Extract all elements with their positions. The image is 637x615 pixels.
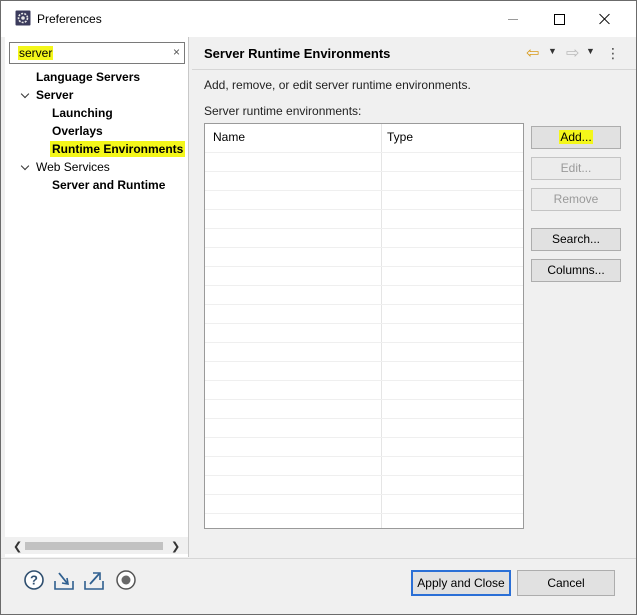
row-divider — [205, 304, 523, 305]
row-divider — [205, 171, 523, 172]
scroll-left-icon[interactable]: ❮ — [13, 540, 22, 553]
footer-separator — [1, 558, 636, 559]
add-button[interactable]: Add... — [531, 126, 621, 149]
add-button-label: Add... — [559, 130, 593, 144]
title-separator — [192, 69, 636, 70]
column-header-type[interactable]: Type — [387, 124, 413, 152]
column-separator — [381, 124, 382, 528]
export-preferences-icon[interactable] — [83, 569, 105, 591]
scroll-right-icon[interactable]: ❯ — [171, 540, 180, 553]
tree-horizontal-scrollbar[interactable]: ❮ ❯ — [5, 537, 188, 554]
expand-web-services-icon[interactable] — [21, 163, 29, 171]
close-button[interactable] — [582, 1, 628, 37]
cancel-button[interactable]: Cancel — [517, 570, 615, 596]
window-title: Preferences — [37, 12, 102, 26]
row-divider — [205, 437, 523, 438]
minimize-icon — [508, 18, 518, 20]
filter-text: server — [18, 46, 54, 60]
row-divider — [205, 323, 523, 324]
row-divider — [205, 209, 523, 210]
row-divider — [205, 513, 523, 514]
svg-text:?: ? — [30, 573, 38, 588]
runtime-list-label: Server runtime environments: — [204, 104, 362, 118]
row-divider — [205, 494, 523, 495]
page-navigation: ⇦ ▼ ⇨ ▼ ⋮ — [526, 43, 626, 63]
row-divider — [205, 475, 523, 476]
preferences-window: Preferences server × Language Servers Se… — [0, 0, 637, 615]
tree-item-launching[interactable]: Launching — [52, 106, 113, 120]
row-divider — [205, 228, 523, 229]
row-divider — [205, 399, 523, 400]
title-bar: Preferences — [1, 1, 636, 37]
row-divider — [205, 456, 523, 457]
back-arrow-icon[interactable]: ⇦ — [526, 43, 539, 63]
column-header-name[interactable]: Name — [213, 124, 245, 152]
tree-item-server-and-runtime[interactable]: Server and Runtime — [52, 178, 165, 192]
view-menu-icon[interactable]: ⋮ — [606, 45, 620, 62]
tree-item-language-servers[interactable]: Language Servers — [36, 70, 140, 84]
forward-arrow-icon[interactable]: ⇨ — [566, 43, 579, 63]
page-description: Add, remove, or edit server runtime envi… — [204, 78, 471, 92]
remove-button[interactable]: Remove — [531, 188, 621, 211]
row-divider — [205, 342, 523, 343]
apply-and-close-button[interactable]: Apply and Close — [411, 570, 511, 596]
row-divider — [205, 380, 523, 381]
runtime-environments-table[interactable]: Name Type — [204, 123, 524, 529]
tree-item-overlays[interactable]: Overlays — [52, 124, 103, 138]
back-dropdown-icon[interactable]: ▼ — [548, 46, 557, 56]
row-divider — [205, 190, 523, 191]
filter-input[interactable]: server × — [9, 42, 185, 64]
scrollbar-thumb[interactable] — [25, 542, 163, 550]
row-divider — [205, 152, 523, 153]
forward-dropdown-icon[interactable]: ▼ — [586, 46, 595, 56]
maximize-icon — [553, 13, 565, 25]
tree-item-runtime-environments[interactable]: Runtime Environments — [50, 141, 186, 157]
preference-tree-panel: server × Language Servers Server Launchi… — [5, 37, 189, 557]
page-title: Server Runtime Environments — [204, 46, 391, 61]
clear-filter-icon[interactable]: × — [173, 45, 180, 59]
edit-button[interactable]: Edit... — [531, 157, 621, 180]
tree-item-server[interactable]: Server — [36, 88, 73, 102]
expand-server-icon[interactable] — [21, 91, 29, 99]
close-icon — [599, 13, 611, 25]
record-icon[interactable] — [115, 569, 137, 591]
maximize-button[interactable] — [536, 1, 582, 37]
eclipse-app-icon — [15, 10, 31, 26]
minimize-button[interactable] — [490, 1, 536, 37]
row-divider — [205, 247, 523, 248]
search-button[interactable]: Search... — [531, 228, 621, 251]
row-divider — [205, 266, 523, 267]
columns-button[interactable]: Columns... — [531, 259, 621, 282]
row-divider — [205, 285, 523, 286]
tree-item-web-services[interactable]: Web Services — [36, 160, 110, 174]
help-icon[interactable]: ? — [23, 569, 45, 591]
row-divider — [205, 418, 523, 419]
row-divider — [205, 361, 523, 362]
preference-page: Server Runtime Environments ⇦ ▼ ⇨ ▼ ⋮ Ad… — [192, 37, 636, 557]
import-preferences-icon[interactable] — [53, 569, 75, 591]
